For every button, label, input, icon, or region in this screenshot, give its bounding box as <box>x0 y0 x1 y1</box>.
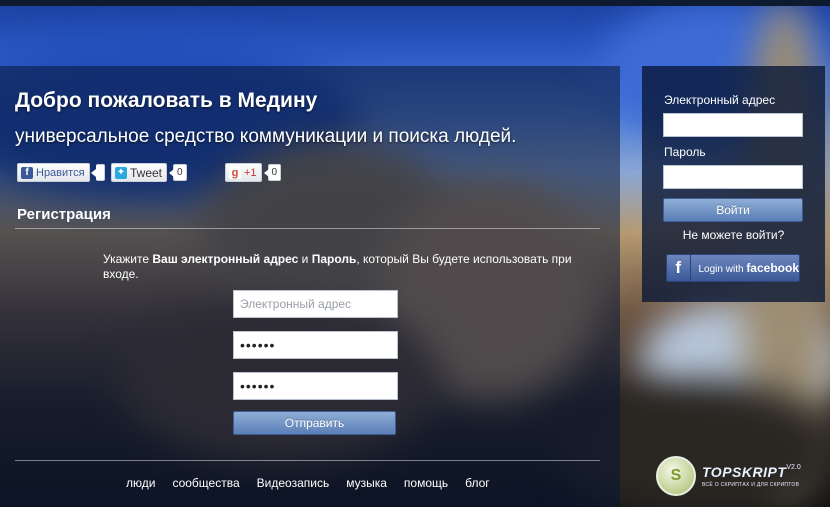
tweet-count: 0 <box>169 164 187 181</box>
watermark-tagline: ВСЁ О СКРИПТАХ И ДЛЯ СКРИПТОВ <box>702 482 800 488</box>
footer-link-communities[interactable]: сообщества <box>172 476 239 490</box>
watermark-brand: TOPSKRIPT <box>702 464 787 480</box>
gplus-count: 0 <box>263 164 282 181</box>
login-email-label: Электронный адрес <box>664 93 776 107</box>
facebook-like-widget: f Нравится <box>17 163 105 182</box>
twitter-bird-icon: ✦ <box>115 166 127 179</box>
facebook-icon: f <box>667 255 691 281</box>
tweet-widget: ✦ Tweet 0 <box>111 163 187 182</box>
gplus-icon: g <box>229 166 241 179</box>
forgot-login-link[interactable]: Не можете войти? <box>642 228 825 242</box>
footer-link-video[interactable]: Видеозапись <box>257 476 330 490</box>
register-password-confirm-input[interactable] <box>233 372 398 400</box>
gplus-label: +1 <box>244 166 257 179</box>
footer-link-help[interactable]: помощь <box>404 476 448 490</box>
login-button[interactable]: Войти <box>663 198 803 222</box>
login-password-input[interactable] <box>663 165 803 189</box>
topskript-logo-icon: S <box>656 456 696 496</box>
page-subtitle: универсальное средство коммуникации и по… <box>15 126 517 147</box>
footer-link-people[interactable]: люди <box>126 476 155 490</box>
login-email-input[interactable] <box>663 113 803 137</box>
gplus-widget: g +1 0 <box>225 163 282 182</box>
facebook-like-button[interactable]: f Нравится <box>17 163 90 182</box>
footer-divider <box>15 460 600 461</box>
register-email-input[interactable] <box>233 290 398 318</box>
submit-button[interactable]: Отправить <box>233 411 396 435</box>
like-count <box>90 164 105 181</box>
page-title: Добро пожаловать в Медину <box>15 89 318 112</box>
registration-title: Регистрация <box>17 206 111 223</box>
facebook-login-label: Login with facebook <box>698 261 800 275</box>
tweet-label: Tweet <box>130 165 163 180</box>
registration-instruction: Укажите Ваш электронный адрес и Пароль, … <box>103 252 572 281</box>
footer-link-music[interactable]: музыка <box>346 476 387 490</box>
footer-nav: люди сообщества Видеозапись музыка помощ… <box>126 476 507 490</box>
facebook-like-label: Нравится <box>36 166 85 179</box>
login-password-label: Пароль <box>664 145 706 159</box>
top-bar <box>0 0 830 6</box>
facebook-icon: f <box>21 166 33 179</box>
divider <box>15 228 600 229</box>
tweet-button[interactable]: ✦ Tweet <box>111 163 168 182</box>
register-password-input[interactable] <box>233 331 398 359</box>
gplus-button[interactable]: g +1 <box>225 163 262 182</box>
watermark-version: V2.0 <box>786 464 801 471</box>
facebook-login-button[interactable]: f Login with facebook <box>666 254 800 282</box>
topskript-watermark: S TOPSKRIPTV2.0 ВСЁ О СКРИПТАХ И ДЛЯ СКР… <box>656 456 801 496</box>
footer-link-blog[interactable]: блог <box>465 476 490 490</box>
